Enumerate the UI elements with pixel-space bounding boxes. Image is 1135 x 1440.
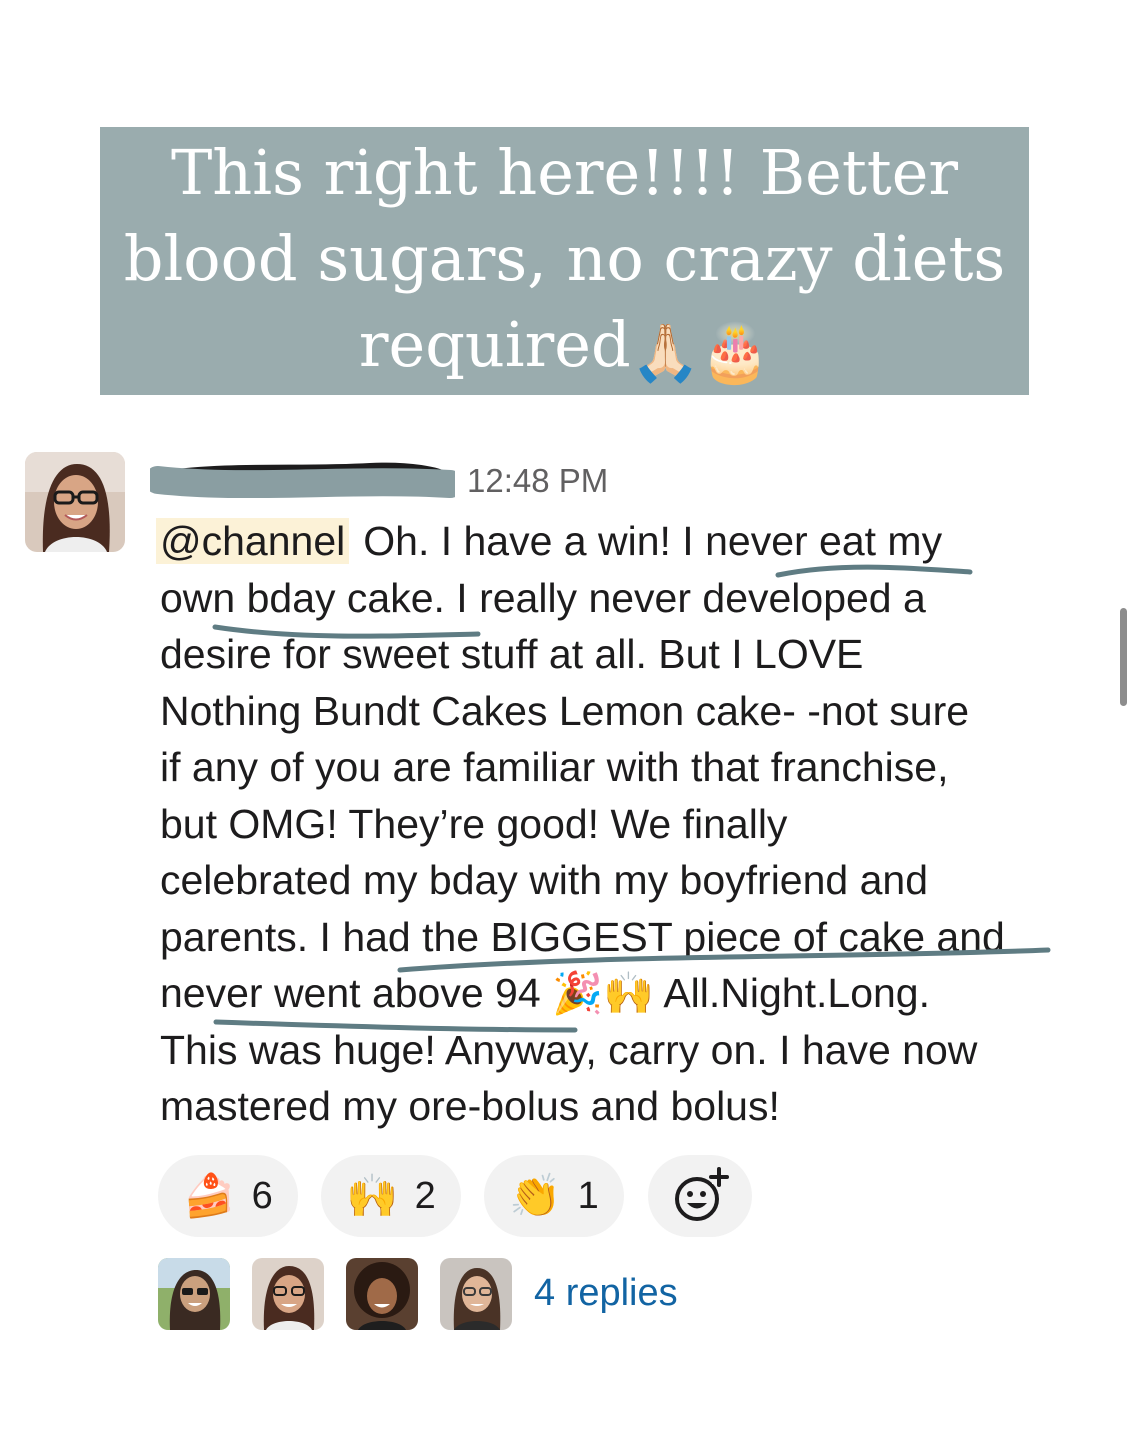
banner: This right here!!!! Better blood sugars,… [100,127,1029,395]
replies-link[interactable]: 4 replies [534,1272,678,1315]
birthday-cake-icon: 🎂 [700,320,771,386]
message-line-3: desire for sweet stuff at all. But I LOV… [160,631,864,677]
avatar[interactable] [252,1258,324,1330]
message-line-9b: All.Night.Long. [663,970,930,1016]
raised-hands-icon: 🙌 [603,970,655,1016]
banner-line-3: required [358,307,631,381]
reaction-count: 1 [577,1174,599,1217]
praying-hands-icon: 🙏🏻 [630,320,701,386]
avatar[interactable] [440,1258,512,1330]
avatar[interactable] [346,1258,418,1330]
raised-hands-icon: 🙌 [346,1171,399,1219]
add-reaction-icon [675,1167,729,1221]
reaction-cake[interactable]: 🍰 6 [158,1155,298,1237]
message-timestamp[interactable]: 12:48 PM [467,462,608,500]
message-line-5: if any of you are familiar with that fra… [160,744,949,790]
reaction-clap[interactable]: 👏 1 [484,1155,624,1237]
cake-slice-icon: 🍰 [183,1171,236,1219]
message-line-2: own bday cake. I really never developed … [160,574,926,621]
reactions-bar: 🍰 6 🙌 2 👏 1 [158,1155,758,1237]
reaction-raised-hands[interactable]: 🙌 2 [321,1155,461,1237]
channel-mention[interactable]: @channel [156,518,350,564]
clapping-hands-icon: 👏 [509,1171,562,1219]
message-line-1: Oh. I have a win! I never eat my [363,518,943,564]
reaction-count: 2 [414,1174,436,1217]
message-line-6: but OMG! They’re good! We finally [160,800,788,847]
avatar[interactable] [25,452,125,552]
reaction-count: 6 [251,1174,273,1217]
redacted-username [150,462,455,498]
message-line-11: mastered my ore-bolus and bolus! [160,1083,780,1129]
message-line-9a: never went above 94 [160,970,541,1016]
avatar[interactable] [158,1258,230,1330]
banner-line-1: This right here!!!! Better [170,135,959,209]
message-body: @channel Oh. I have a win! I never eat my… [156,513,1095,1135]
message-line-8: parents. I had the BIGGEST piece of cake… [160,913,1005,960]
banner-line-2: blood sugars, no crazy diets [123,221,1006,295]
scrollbar[interactable] [1120,608,1127,706]
message-line-7: celebrated my bday with my boyfriend and [160,857,929,903]
party-popper-icon: 🎉 [552,970,604,1016]
add-reaction-button[interactable] [648,1155,752,1237]
message-line-10: This was huge! Anyway, carry on. I have … [160,1026,978,1073]
message-line-4: Nothing Bundt Cakes Lemon cake- -not sur… [160,687,970,734]
thread-summary[interactable]: 4 replies [158,1258,758,1332]
banner-text: This right here!!!! Better blood sugars,… [115,130,1015,397]
